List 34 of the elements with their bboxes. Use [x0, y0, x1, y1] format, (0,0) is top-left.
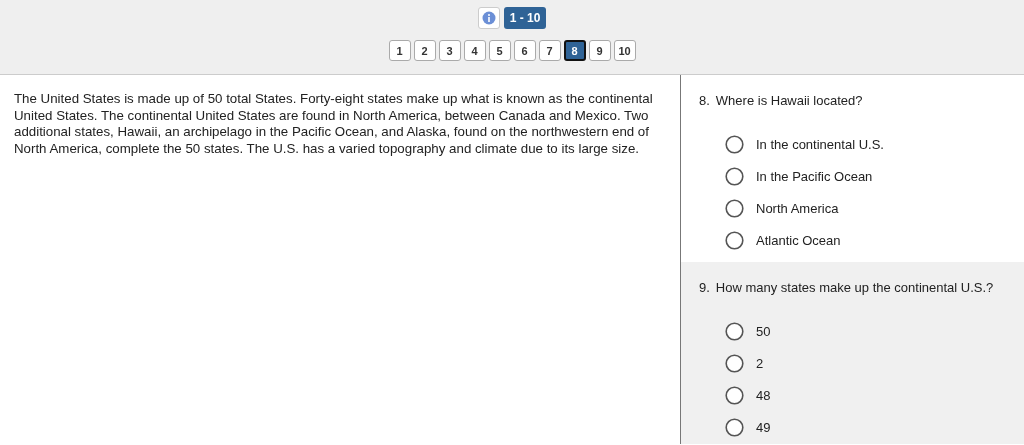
page-button[interactable]: 1: [388, 40, 411, 61]
page-button[interactable]: 8: [563, 40, 586, 61]
question-number: 9.: [699, 280, 710, 295]
page-button[interactable]: 6: [513, 40, 536, 61]
page-button[interactable]: 3: [438, 40, 461, 61]
radio-button[interactable]: [725, 417, 744, 437]
answer-option[interactable]: Atlantic Ocean: [725, 224, 841, 256]
radio-button[interactable]: [725, 353, 744, 373]
answer-option[interactable]: 48: [725, 379, 771, 411]
page-button[interactable]: 7: [538, 40, 561, 61]
page-button[interactable]: 5: [488, 40, 511, 61]
page-button[interactable]: 4: [463, 40, 486, 61]
radio-button[interactable]: [725, 385, 744, 405]
page-button[interactable]: 9: [588, 40, 611, 61]
info-button[interactable]: [477, 7, 500, 29]
radio-button[interactable]: [725, 166, 744, 186]
answer-option[interactable]: 2: [725, 347, 764, 379]
page-button[interactable]: 2: [413, 40, 436, 61]
answer-option[interactable]: 49: [725, 411, 771, 443]
answer-option[interactable]: In the Pacific Ocean: [725, 160, 873, 192]
info-icon: [481, 11, 496, 25]
radio-button[interactable]: [725, 198, 744, 218]
answer-option[interactable]: 50: [725, 315, 771, 347]
answer-option[interactable]: North America: [725, 192, 839, 224]
radio-button[interactable]: [725, 321, 744, 341]
radio-button[interactable]: [725, 230, 744, 250]
page-button[interactable]: 10: [613, 40, 636, 61]
range-label[interactable]: 1 - 10: [503, 7, 547, 29]
question-text: Where is Hawaii located?: [715, 93, 863, 108]
question-number: 8.: [699, 93, 710, 108]
question-text: How many states make up the continental U.S.?: [715, 280, 994, 295]
passage-text: The United States is made up of 50 total States. Forty-eight states make up what is known as the continental United States. The continental United States are found in North America, between Canada and Mexico. Two additional states, Hawaii, an archipelago in the Pacific Ocean, and Alaska, found on the northwestern end of North America, complete the 50 states. The U.S. has a varied topography and climate due to its large size.: [14, 91, 654, 157]
radio-button[interactable]: [725, 134, 744, 154]
answer-option[interactable]: In the continental U.S.: [725, 128, 884, 160]
